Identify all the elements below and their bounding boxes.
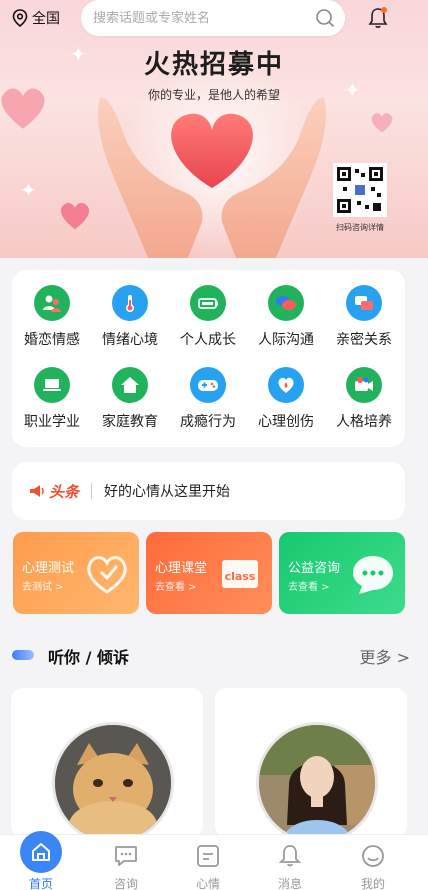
megaphone-icon: [30, 485, 44, 497]
tab-home[interactable]: 首页: [11, 831, 71, 890]
promo-sub: 去测试 >: [22, 582, 64, 593]
svg-text:class: class: [225, 570, 256, 583]
chat-bubbles-icon: [268, 285, 304, 321]
bottom-tab-bar: 首页 咨询 心情 消息 我的: [0, 831, 428, 890]
decor-heart-icon: [1, 88, 45, 129]
promo-card-psych-test[interactable]: 心理测试 去测试 >: [13, 532, 139, 614]
sparkle-icon: ✦: [70, 42, 87, 66]
search-icon[interactable]: [315, 8, 335, 28]
hands-heart-icon: [97, 97, 327, 258]
tab-label: 消息: [277, 877, 302, 890]
notification-bell-icon[interactable]: [367, 6, 389, 30]
more-link[interactable]: 更多 >: [360, 644, 411, 668]
camera-icon: [346, 367, 382, 403]
category-label: 人际沟通: [258, 332, 314, 348]
mood-note-icon: [197, 845, 219, 867]
avatar: [256, 722, 378, 838]
avatar: [52, 722, 174, 838]
category-item[interactable]: 人格培养: [325, 367, 403, 431]
promo-title: 公益咨询: [288, 561, 341, 576]
expert-card[interactable]: [215, 688, 407, 838]
location-selector[interactable]: 全国: [12, 8, 60, 28]
decor-heart-right-icon: [371, 113, 393, 133]
category-item[interactable]: 心理创伤: [247, 367, 325, 431]
tab-mood[interactable]: 心情: [178, 835, 238, 890]
qr-pattern: [337, 167, 383, 213]
category-item[interactable]: 家庭教育: [91, 367, 169, 431]
search-bar[interactable]: [81, 0, 345, 36]
gamepad-icon: [190, 367, 226, 403]
category-label: 情绪心境: [102, 332, 158, 348]
category-label: 心理创伤: [258, 414, 314, 430]
qr-code: [333, 163, 387, 217]
tab-label: 首页: [28, 877, 53, 890]
woman-avatar-icon: [259, 725, 375, 838]
category-label: 职业学业: [24, 414, 80, 430]
location-label: 全国: [32, 11, 60, 27]
thermometer-icon: [112, 285, 148, 321]
promo-title: 心理测试: [22, 561, 75, 576]
sparkle-icon: ✦: [20, 178, 37, 202]
battery-icon: [190, 285, 226, 321]
category-item[interactable]: 个人成长: [169, 285, 247, 349]
location-pin-icon: [12, 9, 28, 27]
tab-profile[interactable]: 我的: [343, 835, 403, 890]
hero-banner[interactable]: 火热招募中 你的专业，是他人的希望 ✦ ✦ ✦ 扫码咨询详情: [0, 0, 428, 258]
headline-tag-label: 头条: [49, 482, 80, 501]
decor-heart-small-icon: [60, 202, 90, 230]
heart-check-icon: [87, 556, 127, 594]
headline-text: 好的心情从这里开始: [104, 484, 231, 500]
category-label: 成瘾行为: [180, 414, 236, 430]
category-item[interactable]: 成瘾行为: [169, 367, 247, 431]
expert-card[interactable]: [11, 688, 203, 838]
category-item[interactable]: 人际沟通: [247, 285, 325, 349]
headline-tag: 头条: [28, 481, 79, 502]
home-icon: [20, 831, 62, 873]
category-label: 亲密关系: [336, 332, 392, 348]
class-board-icon: class: [222, 560, 258, 588]
promo-card-charity-consult[interactable]: 公益咨询 去查看 >: [279, 532, 405, 614]
promo-title: 心理课堂: [155, 561, 208, 576]
cat-avatar-icon: [55, 725, 171, 838]
category-grid: 婚恋情感 情绪心境 个人成长 人际沟通 亲密关系 职业学业 家庭教育 成瘾行为 …: [12, 270, 405, 447]
category-item[interactable]: 职业学业: [13, 367, 91, 431]
chat-icon: [115, 846, 137, 866]
qr-caption: 扫码咨询详情: [336, 223, 384, 232]
top-bar: 全国: [0, 0, 428, 36]
category-label: 个人成长: [180, 332, 236, 348]
chat-bubbles-icon: [346, 285, 382, 321]
category-item[interactable]: 情绪心境: [91, 285, 169, 349]
category-label: 人格培养: [336, 414, 392, 430]
divider: [91, 483, 93, 499]
category-label: 家庭教育: [102, 414, 158, 430]
tab-label: 咨询: [113, 877, 138, 890]
chat-dots-icon: [353, 556, 393, 594]
sparkle-icon: ✦: [344, 78, 361, 102]
headline-bar[interactable]: 头条 好的心情从这里开始: [12, 462, 405, 520]
laptop-icon: [34, 367, 70, 403]
category-item[interactable]: 婚恋情感: [13, 285, 91, 349]
tab-label: 我的: [360, 877, 385, 890]
banner-title: 火热招募中: [143, 50, 284, 80]
promo-sub: 去查看 >: [288, 582, 330, 593]
tab-messages[interactable]: 消息: [260, 835, 320, 890]
promo-sub: 去查看 >: [155, 582, 197, 593]
search-input[interactable]: [93, 10, 315, 26]
section-accent: [12, 650, 34, 660]
profile-icon: [362, 845, 384, 867]
section-header: 听你 / 倾诉 更多 >: [12, 640, 410, 670]
category-label: 婚恋情感: [24, 332, 80, 348]
promo-card-psych-class[interactable]: 心理课堂 去查看 > class: [146, 532, 272, 614]
house-icon: [112, 367, 148, 403]
tab-consult[interactable]: 咨询: [96, 835, 156, 890]
heart-drop-icon: [268, 367, 304, 403]
bell-icon: [278, 845, 302, 867]
couple-icon: [34, 285, 70, 321]
category-item[interactable]: 亲密关系: [325, 285, 403, 349]
tab-label: 心情: [195, 877, 220, 890]
section-title: 听你 / 倾诉: [48, 648, 129, 667]
